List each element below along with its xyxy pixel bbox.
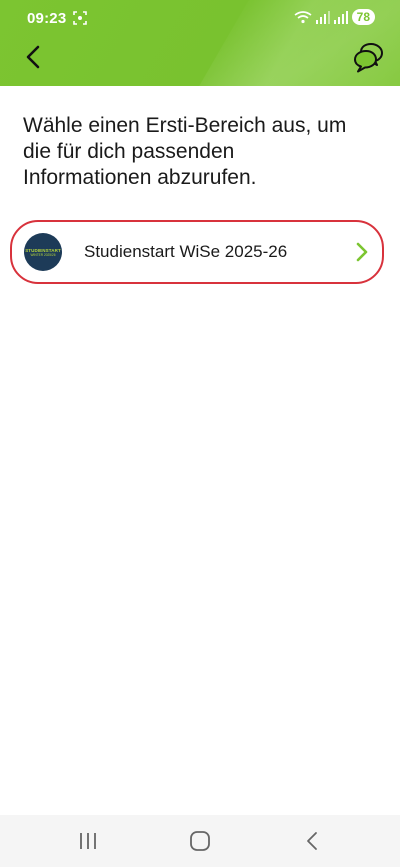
app-header: 09:23 78 [0, 0, 400, 86]
system-nav-bar [0, 815, 400, 867]
recent-apps-button[interactable] [73, 829, 103, 853]
status-icons: 78 [294, 9, 375, 25]
studienstart-logo: STUDIENSTART WINTER 2025/26 [24, 233, 62, 271]
list-item-label: Studienstart WiSe 2025-26 [84, 242, 288, 261]
intro-text: Wähle einen Ersti-Bereich aus, um die fü… [23, 114, 347, 189]
chat-button[interactable] [350, 40, 386, 76]
chevron-right-icon [356, 242, 368, 262]
chevron-left-icon [26, 45, 40, 69]
screen: 09:23 78 Wähle einen Ersti-Bereich aus, … [0, 0, 400, 867]
signal-icon [333, 10, 348, 24]
back-icon [307, 832, 317, 850]
recent-apps-icon [80, 833, 96, 849]
home-icon [190, 831, 210, 851]
battery-icon: 78 [351, 9, 375, 25]
screenshot-icon [73, 11, 87, 25]
list-item-studienstart[interactable]: STUDIENSTART WINTER 2025/26 Studienstart… [10, 220, 384, 284]
back-button[interactable] [18, 42, 48, 72]
chat-bubbles-icon [354, 43, 383, 73]
status-time: 09:23 [27, 10, 67, 27]
nav-back-button[interactable] [297, 829, 327, 853]
home-button[interactable] [185, 829, 215, 853]
wifi-icon [294, 11, 312, 24]
logo-text-2: WINTER 2025/26 [30, 252, 56, 257]
signal-icon [315, 10, 330, 24]
